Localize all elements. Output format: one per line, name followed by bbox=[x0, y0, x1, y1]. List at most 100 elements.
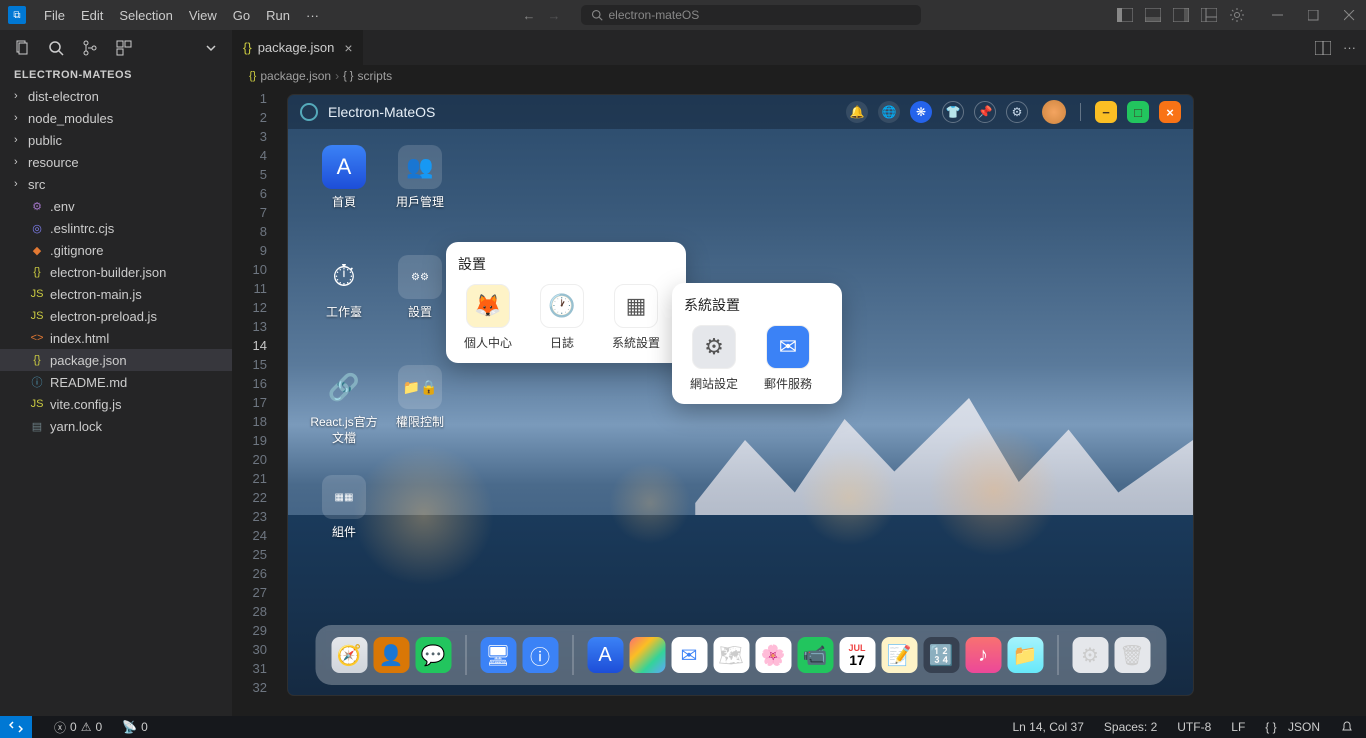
settings-gear-icon[interactable] bbox=[1228, 6, 1246, 24]
dock-trash[interactable]: 🗑 bbox=[1114, 637, 1150, 673]
menu-···[interactable]: ··· bbox=[298, 8, 327, 23]
dock-maps[interactable]: 🗺 bbox=[713, 637, 749, 673]
remote-indicator[interactable] bbox=[0, 716, 32, 738]
desktop-icon-reactdocs[interactable]: 🔗React.js官方文檔 bbox=[306, 365, 382, 475]
file-electron-main.js[interactable]: JSelectron-main.js bbox=[0, 283, 232, 305]
menu-view[interactable]: View bbox=[181, 8, 225, 23]
popup-item-日誌[interactable]: 🕐日誌 bbox=[532, 284, 592, 351]
dock-photos[interactable]: 🌸 bbox=[755, 637, 791, 673]
popup-item-系統設置[interactable]: ▦系統設置 bbox=[606, 284, 666, 351]
file-.env[interactable]: ⚙.env bbox=[0, 195, 232, 217]
chevron-down-icon[interactable] bbox=[204, 41, 218, 55]
folder-dist-electron[interactable]: ›dist-electron bbox=[0, 85, 232, 107]
dock-appstore[interactable]: A bbox=[587, 637, 623, 673]
language-icon[interactable]: 🌐 bbox=[878, 101, 900, 123]
cursor-position[interactable]: Ln 14, Col 37 bbox=[1009, 720, 1088, 734]
explorer-sidebar: ELECTRON-MATEOS ›dist-electron›node_modu… bbox=[0, 30, 233, 716]
dock-facetime[interactable]: 📹 bbox=[797, 637, 833, 673]
source-control-icon[interactable] bbox=[82, 40, 98, 56]
language-mode[interactable]: { } JSON bbox=[1261, 720, 1324, 734]
menu-run[interactable]: Run bbox=[258, 8, 298, 23]
preview-close[interactable]: × bbox=[1159, 101, 1181, 123]
dock-calendar[interactable]: JUL17 bbox=[839, 637, 875, 673]
popup-item-郵件服務[interactable]: ✉郵件服務 bbox=[758, 325, 818, 392]
search-text: electron-mateOS bbox=[609, 8, 700, 22]
close-button[interactable] bbox=[1340, 6, 1358, 24]
popup-item-個人中心[interactable]: 🦊個人中心 bbox=[458, 284, 518, 351]
dock-mail[interactable]: ✉ bbox=[671, 637, 707, 673]
json-icon: {} bbox=[249, 70, 256, 82]
pin-icon[interactable]: 📌 bbox=[974, 101, 996, 123]
menu-file[interactable]: File bbox=[36, 8, 73, 23]
json-icon: {} bbox=[243, 40, 252, 55]
dock-music[interactable]: ♪ bbox=[965, 637, 1001, 673]
file-README.md[interactable]: ⓘREADME.md bbox=[0, 371, 232, 393]
file-electron-builder.json[interactable]: {}electron-builder.json bbox=[0, 261, 232, 283]
file-index.html[interactable]: <>index.html bbox=[0, 327, 232, 349]
app-preview-window: Electron-MateOS 🔔 🌐 ❋ 👕 📌 ⚙ − □ × A首頁 👥用… bbox=[288, 95, 1193, 695]
more-actions-icon[interactable]: ··· bbox=[1343, 40, 1356, 55]
desktop-icon-home[interactable]: A首頁 bbox=[306, 145, 382, 255]
desktop-icon-workbench[interactable]: ⏱工作臺 bbox=[306, 255, 382, 365]
layout-sidebar-right-icon[interactable] bbox=[1172, 6, 1190, 24]
folder-node_modules[interactable]: ›node_modules bbox=[0, 107, 232, 129]
tab-package-json[interactable]: {} package.json × bbox=[233, 30, 364, 65]
file-electron-preload.js[interactable]: JSelectron-preload.js bbox=[0, 305, 232, 327]
notifications-bell-icon[interactable] bbox=[1336, 720, 1358, 734]
popup-item-網站設定[interactable]: ⚙網站設定 bbox=[684, 325, 744, 392]
maximize-button[interactable] bbox=[1304, 6, 1322, 24]
command-center[interactable]: electron-mateOS bbox=[581, 5, 921, 25]
close-tab-icon[interactable]: × bbox=[344, 40, 352, 56]
preview-maximize[interactable]: □ bbox=[1127, 101, 1149, 123]
folder-resource[interactable]: ›resource bbox=[0, 151, 232, 173]
dock-info[interactable]: ⓘ bbox=[522, 637, 558, 673]
notifications-icon[interactable]: 🔔 bbox=[846, 101, 868, 123]
file-.eslintrc.cjs[interactable]: ◎.eslintrc.cjs bbox=[0, 217, 232, 239]
dock-folder[interactable]: 📁 bbox=[1007, 637, 1043, 673]
folder-src[interactable]: ›src bbox=[0, 173, 232, 195]
dock-launchpad[interactable] bbox=[629, 637, 665, 673]
layout-panel-icon[interactable] bbox=[1144, 6, 1162, 24]
dock-safari[interactable]: 🧭 bbox=[331, 637, 367, 673]
problems-indicator[interactable]: ⓧ0 ⚠0 bbox=[50, 719, 106, 736]
desktop-icon-users[interactable]: 👥用戶管理 bbox=[382, 145, 458, 255]
minimize-button[interactable] bbox=[1268, 6, 1286, 24]
desktop-icon-components[interactable]: ▦▦組件 bbox=[306, 475, 382, 585]
menu-go[interactable]: Go bbox=[225, 8, 258, 23]
layout-sidebar-left-icon[interactable] bbox=[1116, 6, 1134, 24]
nav-forward[interactable]: → bbox=[548, 8, 561, 23]
breadcrumb[interactable]: {} package.json › { } scripts bbox=[233, 65, 1366, 87]
new-file-icon[interactable] bbox=[14, 40, 30, 56]
dock-syspref[interactable]: ⚙ bbox=[1072, 637, 1108, 673]
popup-title: 設置 bbox=[458, 254, 674, 274]
file-vite.config.js[interactable]: JSvite.config.js bbox=[0, 393, 232, 415]
nav-back[interactable]: ← bbox=[523, 8, 536, 23]
split-editor-icon[interactable] bbox=[1315, 41, 1331, 55]
file-.gitignore[interactable]: ◆.gitignore bbox=[0, 239, 232, 261]
menu-edit[interactable]: Edit bbox=[73, 8, 111, 23]
search-icon[interactable] bbox=[48, 40, 64, 56]
encoding[interactable]: UTF-8 bbox=[1173, 720, 1215, 734]
ports-indicator[interactable]: 📡0 bbox=[118, 720, 152, 734]
extensions-icon[interactable] bbox=[116, 40, 132, 56]
tshirt-icon[interactable]: 👕 bbox=[942, 101, 964, 123]
eol[interactable]: LF bbox=[1227, 720, 1249, 734]
customize-layout-icon[interactable] bbox=[1200, 6, 1218, 24]
user-avatar[interactable] bbox=[1042, 100, 1066, 124]
dock-messages[interactable]: 💬 bbox=[415, 637, 451, 673]
dock-contacts[interactable]: 👤 bbox=[373, 637, 409, 673]
menu-selection[interactable]: Selection bbox=[111, 8, 180, 23]
indentation[interactable]: Spaces: 2 bbox=[1100, 720, 1161, 734]
preview-minimize[interactable]: − bbox=[1095, 101, 1117, 123]
file-package.json[interactable]: {}package.json bbox=[0, 349, 232, 371]
settings-icon[interactable]: ⚙ bbox=[1006, 101, 1028, 123]
tab-label: package.json bbox=[258, 40, 335, 55]
dock-display[interactable]: 🖥 bbox=[480, 637, 516, 673]
object-icon: { } bbox=[343, 70, 353, 82]
dock-notes[interactable]: 📝 bbox=[881, 637, 917, 673]
file-yarn.lock[interactable]: ▤yarn.lock bbox=[0, 415, 232, 437]
dock-calculator[interactable]: 🔢 bbox=[923, 637, 959, 673]
desktop-icon-permissions[interactable]: 📁🔒權限控制 bbox=[382, 365, 458, 475]
theme-toggle[interactable]: ❋ bbox=[910, 101, 932, 123]
folder-public[interactable]: ›public bbox=[0, 129, 232, 151]
